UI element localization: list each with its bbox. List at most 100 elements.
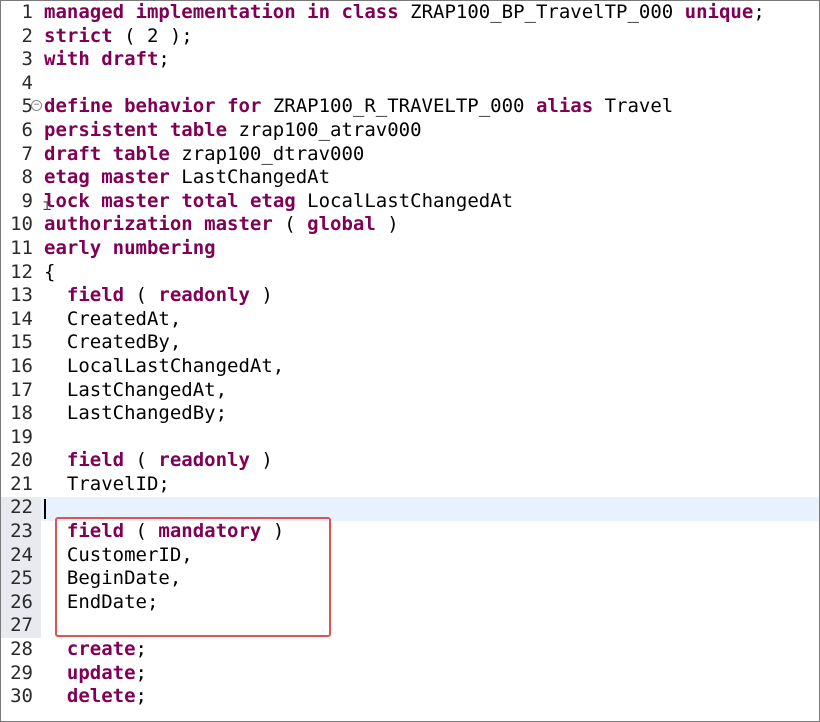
keyword-token: table	[112, 142, 170, 165]
line-number: 12	[10, 260, 33, 283]
line-number: 4	[21, 71, 33, 94]
code-line[interactable]: 14 CreatedAt,	[1, 308, 819, 332]
text-token: TravelID;	[44, 472, 170, 495]
keyword-token: total	[181, 189, 239, 212]
keyword-token: class	[341, 1, 399, 23]
ibeam-cursor-icon: ⌶	[43, 198, 52, 214]
code-line[interactable]: 19	[1, 426, 819, 450]
code-text: field ( readonly )	[44, 449, 273, 473]
code-line[interactable]: 10 authorization master ( global )	[1, 213, 819, 237]
code-line[interactable]: 3 with draft;	[1, 48, 819, 72]
line-number: 18	[10, 402, 33, 425]
line-number: 26	[10, 590, 33, 613]
code-line[interactable]: 7 draft table zrap100_dtrav000	[1, 143, 819, 167]
text-token: ;	[135, 638, 147, 661]
code-text: update;	[44, 662, 147, 686]
code-text: create;	[44, 638, 147, 662]
code-line[interactable]: 5− define behavior for ZRAP100_R_TRAVELTP…	[1, 95, 819, 119]
text-token: CreatedBy,	[44, 331, 182, 354]
code-line[interactable]: 28 create;	[1, 638, 819, 662]
line-number: 16	[10, 354, 33, 377]
code-line[interactable]: 8 etag master LastChangedAt	[1, 166, 819, 190]
text-caret	[44, 499, 46, 519]
code-line[interactable]: 15 CreatedBy,	[1, 331, 819, 355]
code-text: field ( readonly )	[44, 284, 273, 308]
code-text: persistent table zrap100_atrav000	[44, 119, 422, 143]
keyword-token: behavior	[124, 95, 216, 118]
line-number: 14	[10, 307, 33, 330]
code-line[interactable]: 12 {	[1, 261, 819, 285]
code-line[interactable]: 9 lock master total etag LocalLastChanged…	[1, 190, 819, 214]
text-token: LastChangedAt,	[44, 378, 228, 401]
text-token: (	[124, 449, 159, 472]
line-number: 19	[10, 425, 33, 448]
text-token: )	[375, 213, 399, 236]
code-text: LastChangedBy;	[44, 402, 227, 426]
code-text: LastChangedAt,	[44, 379, 227, 403]
code-text: CreatedAt,	[44, 308, 181, 332]
collapse-minus-icon[interactable]: −	[31, 100, 42, 112]
keyword-token: etag	[249, 189, 296, 212]
code-line[interactable]: 30 delete;	[1, 685, 819, 709]
code-line[interactable]: 17 LastChangedAt,	[1, 379, 819, 403]
line-number: 13	[10, 284, 33, 307]
line-number: 28	[10, 638, 33, 661]
keyword-token: strict	[44, 24, 113, 47]
code-line[interactable]: 2 strict ( 2 );	[1, 25, 819, 49]
text-token: LocalLastChangedAt,	[44, 354, 285, 377]
code-line[interactable]: 20 field ( readonly )	[1, 449, 819, 473]
code-editor[interactable]: 1 managed implementation in class ZRAP100…	[0, 0, 820, 722]
code-line[interactable]: 29 update;	[1, 662, 819, 686]
code-line[interactable]: 21 TravelID;	[1, 473, 819, 497]
code-line[interactable]: 4	[1, 72, 819, 96]
line-number: 22	[10, 496, 33, 519]
keyword-token: persistent	[44, 118, 159, 141]
code-line[interactable]: 6 persistent table zrap100_atrav000	[1, 119, 819, 143]
code-line[interactable]: 18 LastChangedBy;	[1, 402, 819, 426]
text-token: LastChangedAt	[169, 166, 331, 189]
text-token: ( 2 );	[112, 24, 193, 47]
keyword-token: draft	[44, 142, 102, 165]
line-number: 10	[10, 213, 33, 236]
text-token: ;	[135, 661, 147, 684]
line-number: 23	[10, 520, 33, 543]
keyword-token: numbering	[112, 236, 216, 259]
text-token: )	[249, 284, 273, 307]
code-text: delete;	[44, 685, 147, 709]
line-number: 9	[21, 189, 33, 212]
line-number: 20	[10, 449, 33, 472]
line-number: 1	[21, 1, 33, 23]
keyword-token: delete	[66, 685, 136, 708]
code-text: lock master total etag LocalLastChangedA…	[44, 190, 513, 214]
code-text: LocalLastChangedAt,	[44, 355, 284, 379]
line-number: 29	[10, 661, 33, 684]
keyword-token: in	[307, 1, 331, 23]
line-number: 27	[10, 614, 33, 637]
code-text: strict ( 2 );	[44, 25, 193, 49]
keyword-token: global	[307, 213, 376, 236]
code-line[interactable]: 1 managed implementation in class ZRAP100…	[1, 1, 819, 25]
code-line[interactable]: 16 LocalLastChangedAt,	[1, 355, 819, 379]
text-token: ZRAP100_BP_TravelTP_000	[398, 1, 685, 23]
keyword-token: etag	[44, 166, 90, 189]
keyword-token: early	[44, 236, 102, 259]
keyword-token: alias	[535, 95, 594, 118]
code-line[interactable]: 13 field ( readonly )	[1, 284, 819, 308]
text-token: ZRAP100_R_TRAVELTP_000	[261, 95, 536, 118]
code-text: etag master LastChangedAt	[44, 166, 330, 190]
code-line[interactable]: 11 early numbering	[1, 237, 819, 261]
keyword-token: authorization	[44, 213, 193, 236]
line-number: 11	[10, 236, 33, 259]
keyword-token: master	[101, 189, 170, 212]
text-token: ;	[135, 685, 147, 708]
